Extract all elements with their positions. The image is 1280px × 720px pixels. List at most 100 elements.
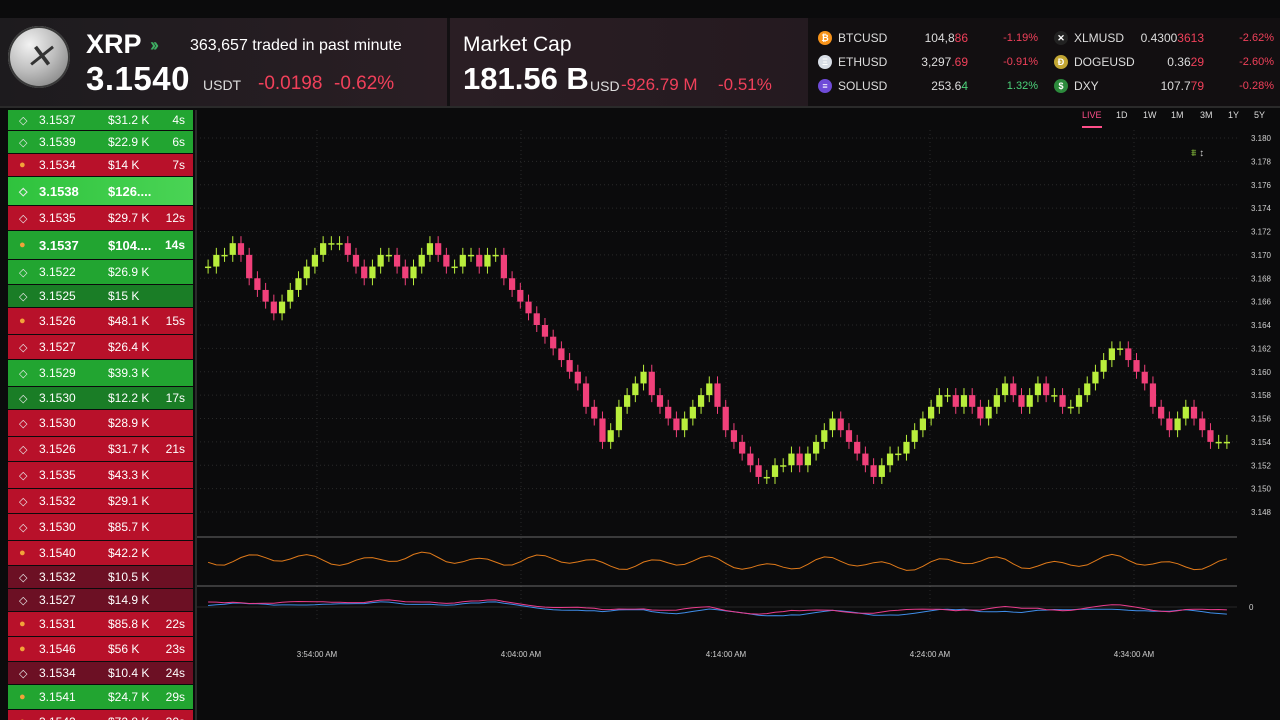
trade-time: 12s — [165, 211, 185, 225]
ticker-btcusd[interactable]: ₿ BTCUSD — [818, 28, 887, 48]
candle-body — [780, 465, 787, 467]
trade-row[interactable]: ◇ 3.1522 $26.9 K — [8, 260, 193, 284]
candle-body — [336, 243, 343, 245]
exchange-diamond-icon: ◇ — [19, 594, 28, 607]
trade-row[interactable]: ◇ 3.1532 $10.5 K — [8, 566, 193, 588]
ticker-change: 1.32% — [1006, 80, 1038, 92]
candle-body — [541, 325, 549, 337]
exchange-coin-icon: ● — [19, 239, 26, 251]
trade-price: 3.1539 — [39, 135, 76, 149]
candle-body — [936, 395, 943, 407]
timeframe-live[interactable]: LIVE — [1082, 110, 1102, 128]
trade-row[interactable]: ◇ 3.1535 $43.3 K — [8, 462, 193, 488]
candle-body — [1051, 395, 1058, 397]
candle-body — [870, 465, 877, 477]
candle-body — [1100, 360, 1107, 372]
chart-canvas[interactable]: 3.180 3.178 3.176 3.174 3.172 3.170 3.168 3.166… — [197, 110, 1280, 720]
trade-row[interactable]: ◇ 3.1535 $29.7 K 12s — [8, 206, 193, 230]
exchange-diamond-icon: ◇ — [19, 392, 28, 405]
timeframe-3m[interactable]: 3M — [1200, 110, 1213, 120]
trade-row[interactable]: ◇ 3.1525 $15 K — [8, 285, 193, 307]
exchange-diamond-icon: ◇ — [19, 469, 28, 482]
exchange-coin-icon: ● — [19, 547, 26, 559]
trade-row[interactable]: ◇ 3.1530 $12.2 K 17s — [8, 387, 193, 409]
trade-amount: $26.4 K — [108, 340, 150, 354]
trade-row[interactable]: ◇ 3.1526 $31.7 K 21s — [8, 437, 193, 461]
ticker-dxy[interactable]: $ DXY — [1054, 76, 1099, 96]
timeframe-5y[interactable]: 5Y — [1254, 110, 1265, 120]
trade-row[interactable]: ◇ 3.1529 $39.3 K — [8, 360, 193, 386]
trade-row[interactable]: ◇ 3.1532 $29.1 K — [8, 489, 193, 513]
y-tick-label: 3.172 — [1251, 228, 1272, 237]
candle-body — [262, 289, 269, 302]
trade-time: 17s — [165, 391, 185, 405]
symbol-name: XRP — [86, 29, 142, 59]
traded-summary: 363,657 traded in past minute — [190, 37, 402, 55]
candle-body — [476, 254, 483, 267]
candle-body — [747, 453, 754, 466]
candle-body — [344, 243, 351, 255]
trade-price: 3.1535 — [39, 468, 76, 482]
exchange-diamond-icon: ◇ — [19, 417, 28, 430]
trade-price: 3.1534 — [39, 158, 76, 172]
trade-price: 3.1526 — [39, 314, 76, 328]
ticker-price: 253.64 — [931, 79, 968, 93]
trade-row[interactable]: ● 3.1541 $24.7 K 29s — [8, 685, 193, 709]
candle-body — [1034, 383, 1042, 396]
candle-body — [517, 289, 524, 302]
ticker-ethusd[interactable]: Ξ ETHUSD — [818, 52, 887, 72]
candle-body — [1043, 383, 1050, 396]
candle-body — [944, 395, 951, 397]
trade-price: 3.1546 — [39, 642, 76, 656]
exchange-diamond-icon: ◇ — [19, 290, 28, 303]
exchange-coin-icon: ● — [19, 159, 26, 171]
trade-amount: $72.8 K — [108, 715, 149, 720]
ticker-name: DXY — [1074, 79, 1099, 93]
trade-row[interactable]: ◇ 3.1539 $22.9 K 6s — [8, 131, 193, 153]
trade-row[interactable]: ● 3.1546 $56 K 23s — [8, 637, 193, 661]
price-chart[interactable]: 3.180 3.178 3.176 3.174 3.172 3.170 3.168 3.166… — [197, 110, 1280, 720]
trade-row[interactable]: ◇ 3.1530 $28.9 K — [8, 410, 193, 436]
indicator-toggle-icon[interactable]: ⩩ ↕ — [1191, 148, 1204, 159]
trade-row[interactable]: ● 3.1537 $104.... 14s — [8, 231, 193, 259]
trade-row[interactable]: ● 3.1534 $14 K 7s — [8, 154, 193, 176]
trade-price: 3.1531 — [39, 617, 76, 631]
candle-body — [254, 278, 261, 290]
candle-body — [328, 243, 335, 245]
candle-body — [1018, 395, 1025, 407]
header-bar: ✕ XRP ›› 363,657 traded in past minute 3… — [0, 0, 1280, 108]
trades-feed[interactable]: ◇ 3.1537 $31.2 K 4s ◇ 3.1539 $22.9 K 6s ● 3.1534 $… — [0, 110, 197, 720]
candle-body — [1223, 441, 1230, 444]
ticker-solusd[interactable]: ≡ SOLUSD — [818, 76, 887, 96]
trade-row[interactable]: ◇ 3.1538 $126.... — [8, 177, 193, 205]
candle-body — [402, 266, 409, 279]
candle-body — [985, 406, 992, 419]
trade-row[interactable]: ◇ 3.1537 $31.2 K 4s — [8, 110, 193, 130]
trade-row[interactable]: ◇ 3.1530 $85.7 K — [8, 514, 193, 540]
trade-amount: $104.... — [108, 237, 152, 253]
trade-row[interactable]: ◇ 3.1534 $10.4 K 24s — [8, 662, 193, 684]
trade-row[interactable]: ● 3.1542 $72.8 K 30s — [8, 710, 193, 720]
candle-body — [1149, 383, 1157, 407]
timeframe-1m[interactable]: 1M — [1171, 110, 1184, 120]
timeframe-1d[interactable]: 1D — [1116, 110, 1128, 120]
ticker-price: 3,297.69 — [921, 55, 968, 69]
trade-row[interactable]: ● 3.1540 $42.2 K — [8, 541, 193, 565]
trade-row[interactable]: ● 3.1531 $85.8 K 22s — [8, 612, 193, 636]
trade-row[interactable]: ◇ 3.1527 $26.4 K — [8, 335, 193, 359]
trade-amount: $14.9 K — [108, 593, 150, 607]
price-unit: USDT — [203, 77, 242, 93]
timeframe-1w[interactable]: 1W — [1143, 110, 1157, 120]
candle-body — [361, 266, 368, 279]
timeframe-1y[interactable]: 1Y — [1228, 110, 1239, 120]
candle-body — [632, 383, 639, 396]
candle-body — [393, 254, 401, 267]
trade-row[interactable]: ◇ 3.1527 $14.9 K — [8, 589, 193, 611]
trade-row[interactable]: ● 3.1526 $48.1 K 15s — [8, 308, 193, 334]
trade-amount: $43.3 K — [108, 468, 150, 482]
trade-price: 3.1527 — [39, 593, 76, 607]
candle-body — [977, 406, 984, 419]
candle-body — [624, 395, 631, 407]
x-tick-label: 4:14:00 AM — [706, 650, 747, 659]
trade-price: 3.1527 — [39, 340, 76, 354]
